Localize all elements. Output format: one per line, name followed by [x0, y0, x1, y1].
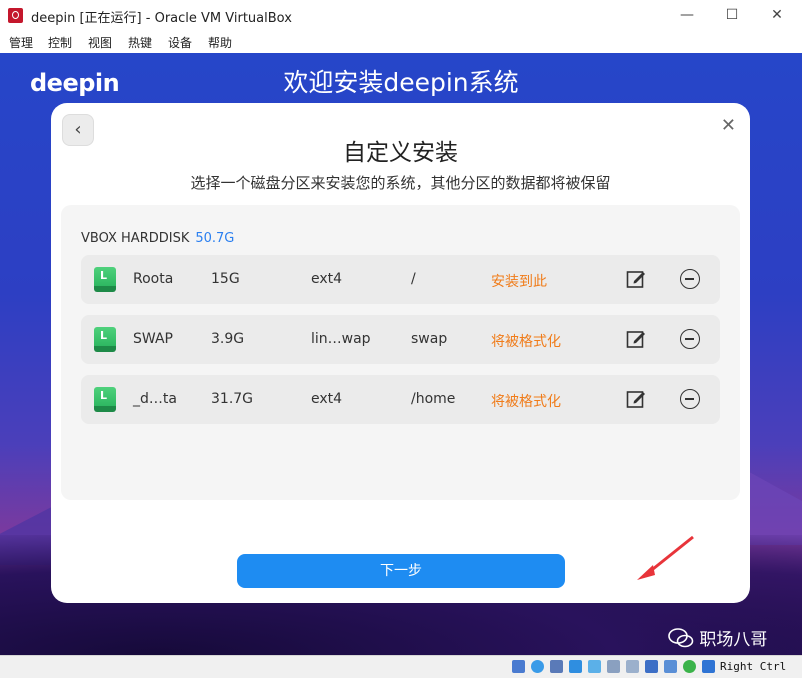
remove-icon[interactable]: [680, 329, 700, 349]
guest-additions-icon[interactable]: [683, 660, 696, 673]
disk-size: 50.7G: [195, 231, 235, 246]
window-titlebar: deepin [正在运行] - Oracle VM VirtualBox — ☐…: [0, 0, 802, 31]
maximize-button[interactable]: ☐: [717, 5, 747, 25]
wechat-icon: [668, 628, 694, 648]
partition-mount-point: /: [411, 271, 416, 287]
host-key-label: Right Ctrl: [720, 660, 787, 673]
menu-control[interactable]: 控制: [48, 34, 72, 51]
partition-name: Roota: [133, 271, 174, 287]
cpu-icon[interactable]: [664, 660, 677, 673]
partition-filesystem: ext4: [311, 271, 343, 287]
vm-statusbar: Right Ctrl: [0, 655, 802, 678]
custom-install-dialog: ‹ ✕ 自定义安装 选择一个磁盘分区来安装您的系统，其他分区的数据都将被保留 V…: [51, 103, 750, 603]
dialog-subtitle: 选择一个磁盘分区来安装您的系统，其他分区的数据都将被保留: [190, 174, 611, 192]
menu-hotkeys[interactable]: 热键: [128, 34, 152, 51]
disk-partition-icon: [94, 267, 116, 292]
partition-mount-point: swap: [411, 331, 448, 347]
shared-folders-icon[interactable]: [607, 660, 620, 673]
audio-icon[interactable]: [550, 660, 563, 673]
partition-mount-point: /home: [411, 391, 456, 407]
recording-icon[interactable]: [645, 660, 658, 673]
hard-disk-icon[interactable]: [512, 660, 525, 673]
edit-icon[interactable]: [626, 329, 646, 349]
partition-size: 31.7G: [211, 391, 254, 407]
disk-partition-icon: [94, 327, 116, 352]
partition-row[interactable]: SWAP 3.9G lin…wap swap 将被格式化: [81, 315, 720, 364]
usb-icon[interactable]: [588, 660, 601, 673]
partition-size: 15G: [211, 271, 240, 287]
menu-manage[interactable]: 管理: [9, 34, 33, 51]
partition-size: 3.9G: [211, 331, 245, 347]
close-window-button[interactable]: ✕: [762, 5, 792, 25]
partition-status: 安装到此: [491, 274, 547, 290]
partition-panel: VBOX HARDDISK 50.7G Roota 15G ext4 / 安装到此: [61, 205, 740, 500]
partition-name: _d…ta: [133, 391, 177, 407]
partition-status: 将被格式化: [491, 334, 561, 350]
disk-name: VBOX HARDDISK: [81, 231, 190, 246]
annotation-arrow: [637, 535, 694, 580]
menu-devices[interactable]: 设备: [168, 34, 192, 51]
wechat-watermark: 职场八哥: [668, 625, 767, 650]
vm-screen: deepin 欢迎安装deepin系统 ‹ ✕ 自定义安装 选择一个磁盘分区来安…: [0, 53, 802, 655]
watermark-text: 职场八哥: [699, 630, 768, 650]
disk-label: VBOX HARDDISK 50.7G: [81, 231, 234, 246]
network-icon[interactable]: [569, 660, 582, 673]
remove-icon[interactable]: [680, 389, 700, 409]
disk-partition-icon: [94, 387, 116, 412]
partition-row[interactable]: Roota 15G ext4 / 安装到此: [81, 255, 720, 304]
partition-row[interactable]: _d…ta 31.7G ext4 /home 将被格式化: [81, 375, 720, 424]
partition-filesystem: lin…wap: [311, 331, 371, 347]
menu-view[interactable]: 视图: [88, 34, 112, 51]
menu-help[interactable]: 帮助: [208, 34, 232, 51]
partition-status: 将被格式化: [491, 394, 561, 410]
virtualbox-app-icon: [8, 8, 23, 23]
next-button[interactable]: 下一步: [237, 554, 565, 588]
edit-icon[interactable]: [626, 269, 646, 289]
dialog-title: 自定义安装: [343, 140, 458, 166]
optical-drive-icon[interactable]: [531, 660, 544, 673]
mouse-integration-icon[interactable]: [702, 660, 715, 673]
menu-bar: 管理 控制 视图 热键 设备 帮助: [0, 31, 802, 53]
window-title: deepin [正在运行] - Oracle VM VirtualBox: [31, 11, 292, 26]
minimize-button[interactable]: —: [672, 5, 702, 25]
partition-name: SWAP: [133, 331, 173, 347]
display-icon[interactable]: [626, 660, 639, 673]
welcome-title: 欢迎安装deepin系统: [283, 68, 519, 97]
edit-icon[interactable]: [626, 389, 646, 409]
remove-icon[interactable]: [680, 269, 700, 289]
partition-filesystem: ext4: [311, 391, 343, 407]
